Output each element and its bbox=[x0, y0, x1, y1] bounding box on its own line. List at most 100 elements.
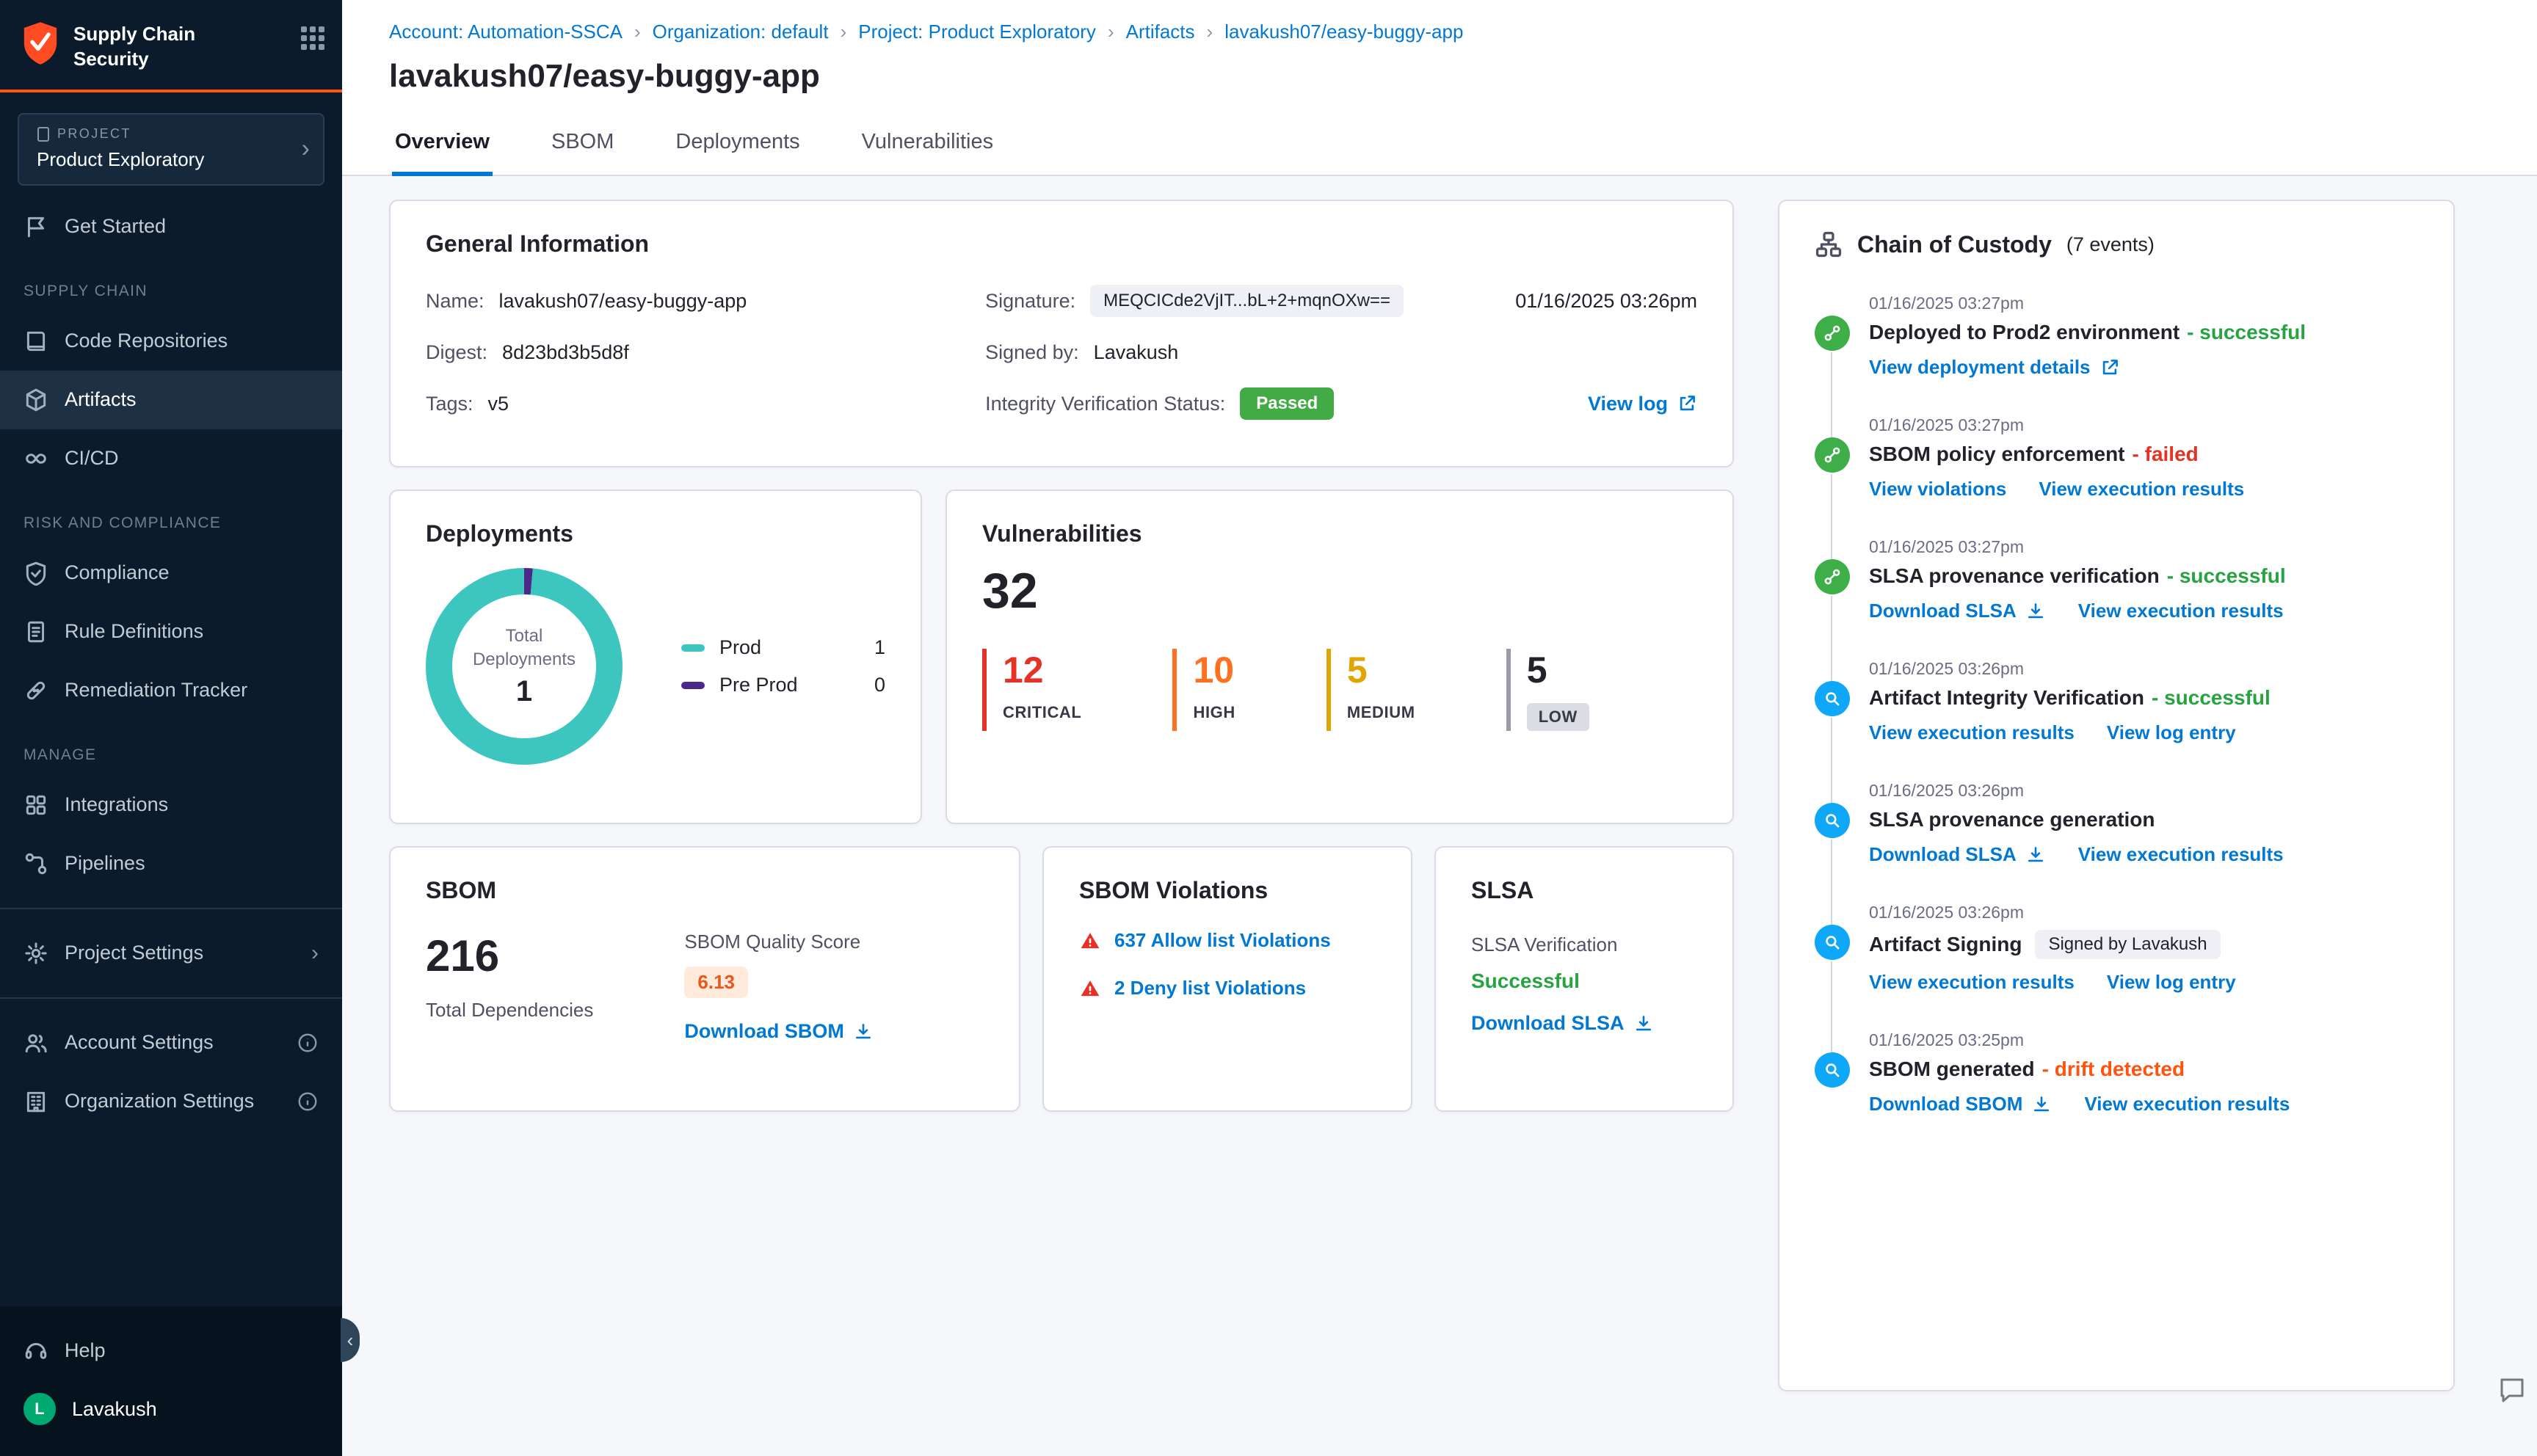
sidebar-item-help[interactable]: Help bbox=[0, 1321, 342, 1380]
view-execution-results-link[interactable]: View execution results bbox=[2084, 1093, 2290, 1115]
app-switcher-icon[interactable] bbox=[301, 26, 324, 50]
project-selector[interactable]: PROJECT Product Exploratory › bbox=[18, 112, 324, 186]
external-link-icon bbox=[2102, 359, 2118, 374]
tab-vulnerabilities[interactable]: Vulnerabilities bbox=[859, 117, 996, 176]
custody-event: 01/16/2025 03:27pm SLSA provenance verif… bbox=[1815, 537, 2418, 682]
app-title: Supply Chain Security bbox=[73, 23, 196, 70]
view-execution-results-link[interactable]: View execution results bbox=[1869, 721, 2075, 744]
chevron-right-icon: › bbox=[311, 940, 319, 965]
sidebar-header: Supply Chain Security bbox=[0, 0, 342, 92]
view-execution-results-link[interactable]: View execution results bbox=[2078, 843, 2284, 866]
download-slsa-link[interactable]: Download SLSA bbox=[1471, 1012, 1654, 1035]
breadcrumb-organization-link[interactable]: Organization: default bbox=[653, 21, 829, 43]
sidebar-item-compliance[interactable]: Compliance bbox=[0, 544, 342, 603]
download-sbom-link[interactable]: Download SBOM bbox=[1869, 1093, 2052, 1115]
chevron-right-icon: › bbox=[1107, 21, 1114, 43]
chevron-right-icon: › bbox=[634, 21, 641, 43]
download-icon bbox=[1636, 1015, 1651, 1030]
sidebar-item-remediation-tracker[interactable]: Remediation Tracker bbox=[0, 661, 342, 720]
allow-list-violations-link[interactable]: 637 Allow list Violations bbox=[1114, 929, 1331, 952]
download-sbom-link[interactable]: Download SBOM bbox=[684, 1020, 874, 1043]
project-label: PROJECT bbox=[37, 126, 285, 142]
view-execution-results-link[interactable]: View execution results bbox=[2039, 478, 2244, 500]
tab-bar: Overview SBOM Deployments Vulnerabilitie… bbox=[342, 117, 2537, 176]
sidebar-item-rule-definitions[interactable]: Rule Definitions bbox=[0, 603, 342, 661]
sidebar-item-cicd[interactable]: CI/CD bbox=[0, 429, 342, 488]
card-title: SBOM bbox=[426, 877, 496, 903]
download-icon bbox=[855, 1023, 871, 1038]
view-log-link[interactable]: View log bbox=[1588, 393, 1697, 415]
sidebar-item-artifacts[interactable]: Artifacts bbox=[0, 370, 342, 429]
event-timestamp: 01/16/2025 03:27pm bbox=[1869, 294, 2025, 313]
event-timestamp: 01/16/2025 03:27pm bbox=[1869, 537, 2025, 556]
chevron-right-icon: › bbox=[301, 134, 310, 163]
sidebar-item-project-settings[interactable]: Project Settings › bbox=[0, 924, 342, 983]
download-slsa-link[interactable]: Download SLSA bbox=[1869, 600, 2046, 622]
policy-event-icon bbox=[1815, 437, 1850, 473]
info-icon bbox=[297, 1032, 319, 1054]
repo-icon bbox=[23, 329, 48, 354]
view-execution-results-link[interactable]: View execution results bbox=[2078, 600, 2284, 622]
chain-of-custody-icon bbox=[1815, 231, 1842, 258]
vulnerabilities-total: 32 bbox=[982, 563, 1038, 619]
event-timestamp: 01/16/2025 03:26pm bbox=[1869, 781, 2025, 800]
sidebar-item-get-started[interactable]: Get Started bbox=[0, 197, 342, 256]
overview-right-column: Chain of Custody (7 events) 01/16/2025 0… bbox=[1778, 200, 2455, 1433]
sidebar-item-account-settings[interactable]: Account Settings bbox=[0, 1013, 342, 1072]
sidebar-user[interactable]: L Lavakush bbox=[0, 1380, 342, 1438]
sidebar-item-integrations[interactable]: Integrations bbox=[0, 776, 342, 834]
tab-deployments[interactable]: Deployments bbox=[672, 117, 802, 176]
digest-row: Digest: 8d23bd3b5d8f bbox=[426, 341, 629, 363]
custody-event: 01/16/2025 03:25pm SBOM generated - drif… bbox=[1815, 1030, 2418, 1152]
shield-check-icon bbox=[23, 561, 48, 586]
sbom-quality-score-badge: 6.13 bbox=[684, 967, 748, 998]
name-row: Name: lavakush07/easy-buggy-app bbox=[426, 289, 747, 312]
warning-icon bbox=[1081, 980, 1100, 996]
event-status: - successful bbox=[2151, 686, 2271, 709]
headset-icon bbox=[23, 1338, 48, 1363]
sidebar-item-code-repositories[interactable]: Code Repositories bbox=[0, 312, 342, 371]
chevron-right-icon: › bbox=[840, 21, 847, 43]
sidebar-item-organization-settings[interactable]: Organization Settings bbox=[0, 1072, 342, 1131]
signed-by-row: Signed by: Lavakush bbox=[985, 341, 1179, 363]
prod-swatch bbox=[681, 644, 705, 652]
event-status: - successful bbox=[2166, 564, 2286, 587]
view-log-entry-link[interactable]: View log entry bbox=[2107, 721, 2236, 744]
custody-event: 01/16/2025 03:26pm Artifact Integrity Ve… bbox=[1815, 659, 2418, 804]
custody-event: 01/16/2025 03:27pm SBOM policy enforceme… bbox=[1815, 415, 2418, 561]
sidebar-item-pipelines[interactable]: Pipelines bbox=[0, 834, 342, 893]
tab-sbom[interactable]: SBOM bbox=[548, 117, 617, 176]
sidebar-section-manage: MANAGE bbox=[23, 746, 97, 763]
card-title: SBOM Violations bbox=[1079, 877, 1268, 903]
download-slsa-link[interactable]: Download SLSA bbox=[1869, 843, 2046, 866]
sidebar-footer: Help L Lavakush bbox=[0, 1306, 342, 1456]
view-deployment-details-link[interactable]: View deployment details bbox=[1869, 356, 2120, 379]
signed-by-badge: Signed by Lavakush bbox=[2035, 930, 2221, 959]
tags-row: Tags: v5 bbox=[426, 392, 509, 415]
breadcrumb-artifacts-link[interactable]: Artifacts bbox=[1126, 21, 1195, 43]
event-timestamp: 01/16/2025 03:27pm bbox=[1869, 415, 2025, 434]
deny-list-violations-row: 2 Deny list Violations bbox=[1079, 977, 1376, 1000]
user-name: Lavakush bbox=[72, 1397, 157, 1420]
gear-icon bbox=[23, 941, 48, 966]
integrations-grid-icon bbox=[23, 793, 48, 818]
tab-overview[interactable]: Overview bbox=[392, 117, 493, 176]
help-chat-icon[interactable] bbox=[2496, 1374, 2528, 1412]
event-timestamp: 01/16/2025 03:26pm bbox=[1869, 659, 2025, 678]
download-icon bbox=[2028, 603, 2043, 618]
view-execution-results-link[interactable]: View execution results bbox=[1869, 971, 2075, 994]
card-title: Chain of Custody bbox=[1857, 230, 2052, 258]
deployments-card: Deployments Total Deployments 1 Prod 1 P… bbox=[389, 489, 922, 824]
breadcrumb-current-artifact[interactable]: lavakush07/easy-buggy-app bbox=[1224, 21, 1463, 43]
view-log-entry-link[interactable]: View log entry bbox=[2107, 971, 2236, 994]
chevron-left-icon: ‹ bbox=[346, 1328, 354, 1351]
view-violations-link[interactable]: View violations bbox=[1869, 478, 2006, 500]
deployments-legend: Prod 1 Pre Prod 0 bbox=[681, 622, 885, 711]
signature-row: Signature: MEQCICde2VjIT...bL+2+mqnOXw==… bbox=[985, 283, 1697, 319]
deny-list-violations-link[interactable]: 2 Deny list Violations bbox=[1114, 977, 1306, 1000]
custody-event: 01/16/2025 03:26pm Artifact Signing Sign… bbox=[1815, 903, 2418, 1054]
breadcrumb-account-link[interactable]: Account: Automation-SSCA bbox=[389, 21, 623, 43]
breadcrumb: Account: Automation-SSCA › Organization:… bbox=[342, 18, 2537, 43]
breadcrumb-project-link[interactable]: Project: Product Exploratory bbox=[858, 21, 1096, 43]
severity-breakdown: 12 CRITICAL 10 HIGH 5 MEDIUM 5 LOW bbox=[982, 649, 1697, 731]
